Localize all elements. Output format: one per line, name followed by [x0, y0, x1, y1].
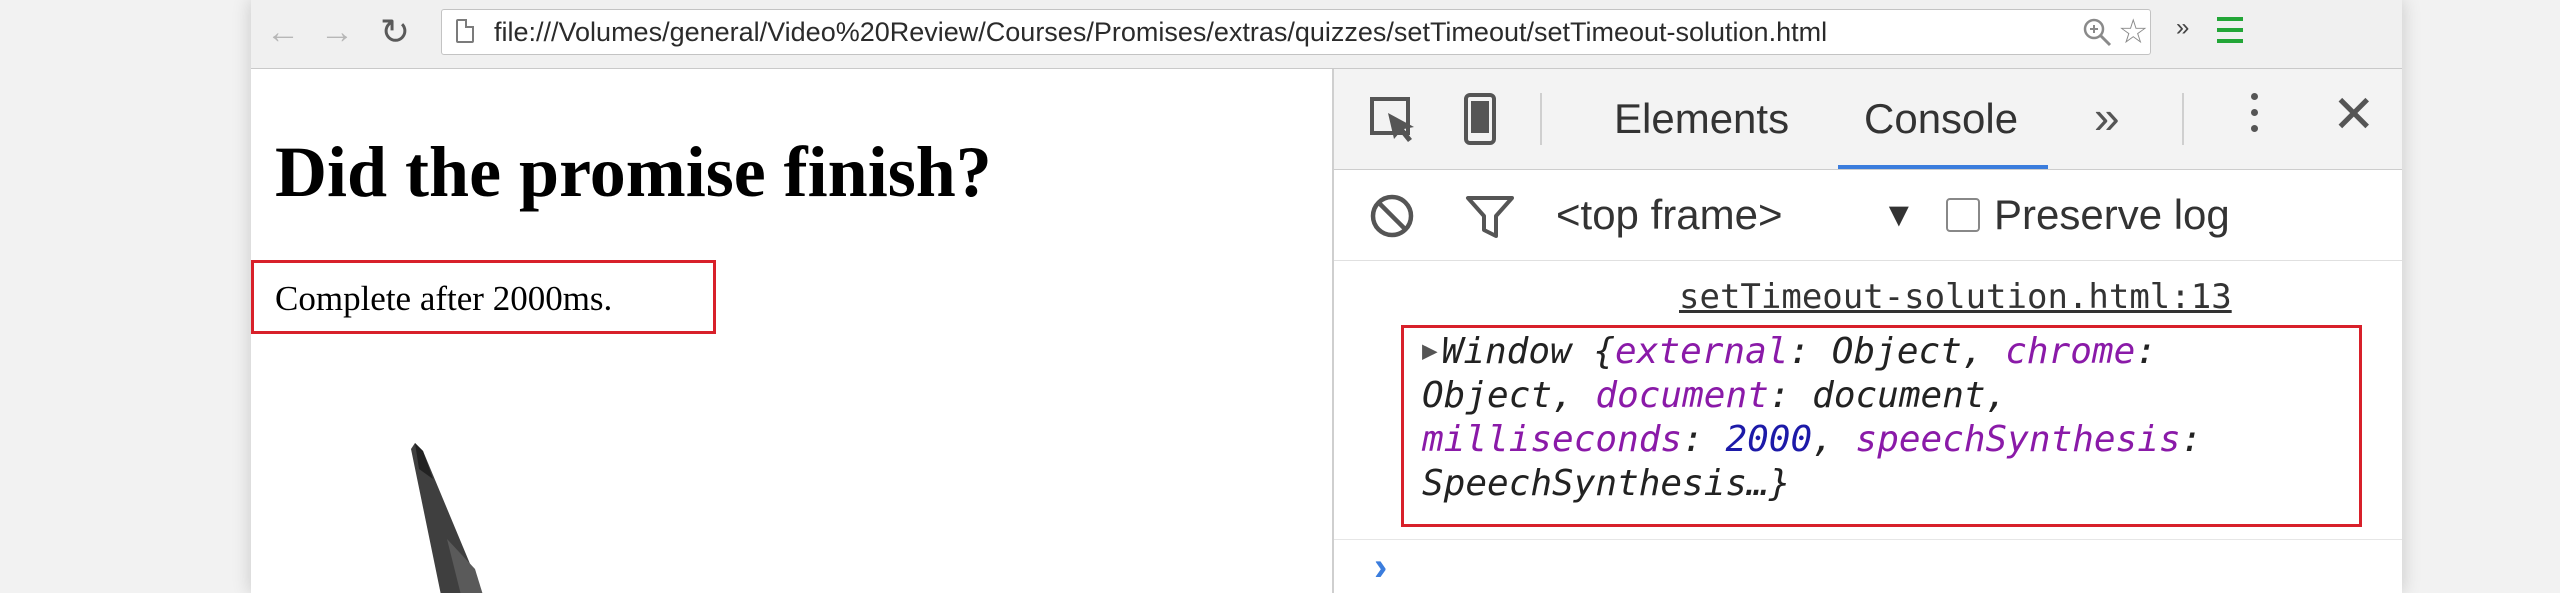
devtools-menu-icon[interactable]: [2234, 93, 2274, 145]
browser-toolbar: ← → ↻ file:///Volumes/general/Video%20Re…: [251, 0, 2402, 69]
url-text[interactable]: file:///Volumes/general/Video%20Review/C…: [494, 10, 1827, 54]
page-heading: Did the promise finish?: [275, 132, 992, 212]
filter-icon[interactable]: [1464, 192, 1516, 240]
bookmark-star-icon[interactable]: ☆: [2118, 15, 2148, 49]
expand-triangle-icon[interactable]: ▶: [1422, 336, 1438, 366]
extensions-overflow-icon[interactable]: »: [2176, 14, 2189, 42]
console-log-entry[interactable]: ▶ Window {external: Object, chrome: Object…: [1422, 329, 2352, 506]
inspect-element-icon[interactable]: [1366, 91, 1422, 147]
page-icon: [456, 19, 474, 43]
preserve-log-checkbox[interactable]: [1946, 198, 1980, 232]
console-prompt-icon[interactable]: ›: [1374, 545, 1387, 589]
console-output: setTimeout-solution.html:13 ▶ Window {ext…: [1334, 261, 2402, 593]
reload-icon[interactable]: ↻: [373, 10, 417, 54]
console-toolbar: <top frame> ▼ Preserve log: [1334, 170, 2402, 261]
pen-cursor-icon: [411, 443, 483, 593]
back-arrow-icon[interactable]: ←: [261, 10, 305, 54]
tab-separator: [1540, 93, 1542, 145]
close-devtools-icon[interactable]: ✕: [2332, 85, 2376, 145]
browser-window: ← → ↻ file:///Volumes/general/Video%20Re…: [251, 0, 2402, 593]
preserve-log-label[interactable]: Preserve log: [1994, 170, 2230, 260]
result-text: Complete after 2000ms.: [275, 279, 613, 318]
browser-menu-icon[interactable]: [2217, 17, 2243, 47]
tab-elements[interactable]: Elements: [1614, 69, 1789, 169]
more-tabs-icon[interactable]: »: [2094, 69, 2120, 169]
devtools-tab-bar: Elements Console » ✕: [1334, 69, 2402, 170]
device-toolbar-icon[interactable]: [1452, 91, 1508, 147]
devtools-panel: Elements Console » ✕ <top frame> ▼ Prese…: [1332, 69, 2402, 593]
desktop-background-left: [0, 0, 251, 593]
desktop-background-right: [2402, 0, 2560, 593]
clear-console-icon[interactable]: [1368, 192, 1416, 240]
tab-console[interactable]: Console: [1837, 69, 2049, 169]
context-selector[interactable]: <top frame>: [1556, 170, 1782, 260]
forward-arrow-icon[interactable]: →: [315, 10, 359, 54]
chevron-down-icon[interactable]: ▼: [1882, 170, 1916, 260]
address-bar[interactable]: file:///Volumes/general/Video%20Review/C…: [441, 9, 2151, 55]
page-viewport: Did the promise finish? Complete after 2…: [251, 69, 1332, 593]
tab-separator: [2182, 93, 2184, 145]
log-divider: [1334, 539, 2402, 540]
source-link[interactable]: setTimeout-solution.html:13: [1679, 277, 2232, 317]
zoom-icon[interactable]: [2082, 17, 2112, 47]
